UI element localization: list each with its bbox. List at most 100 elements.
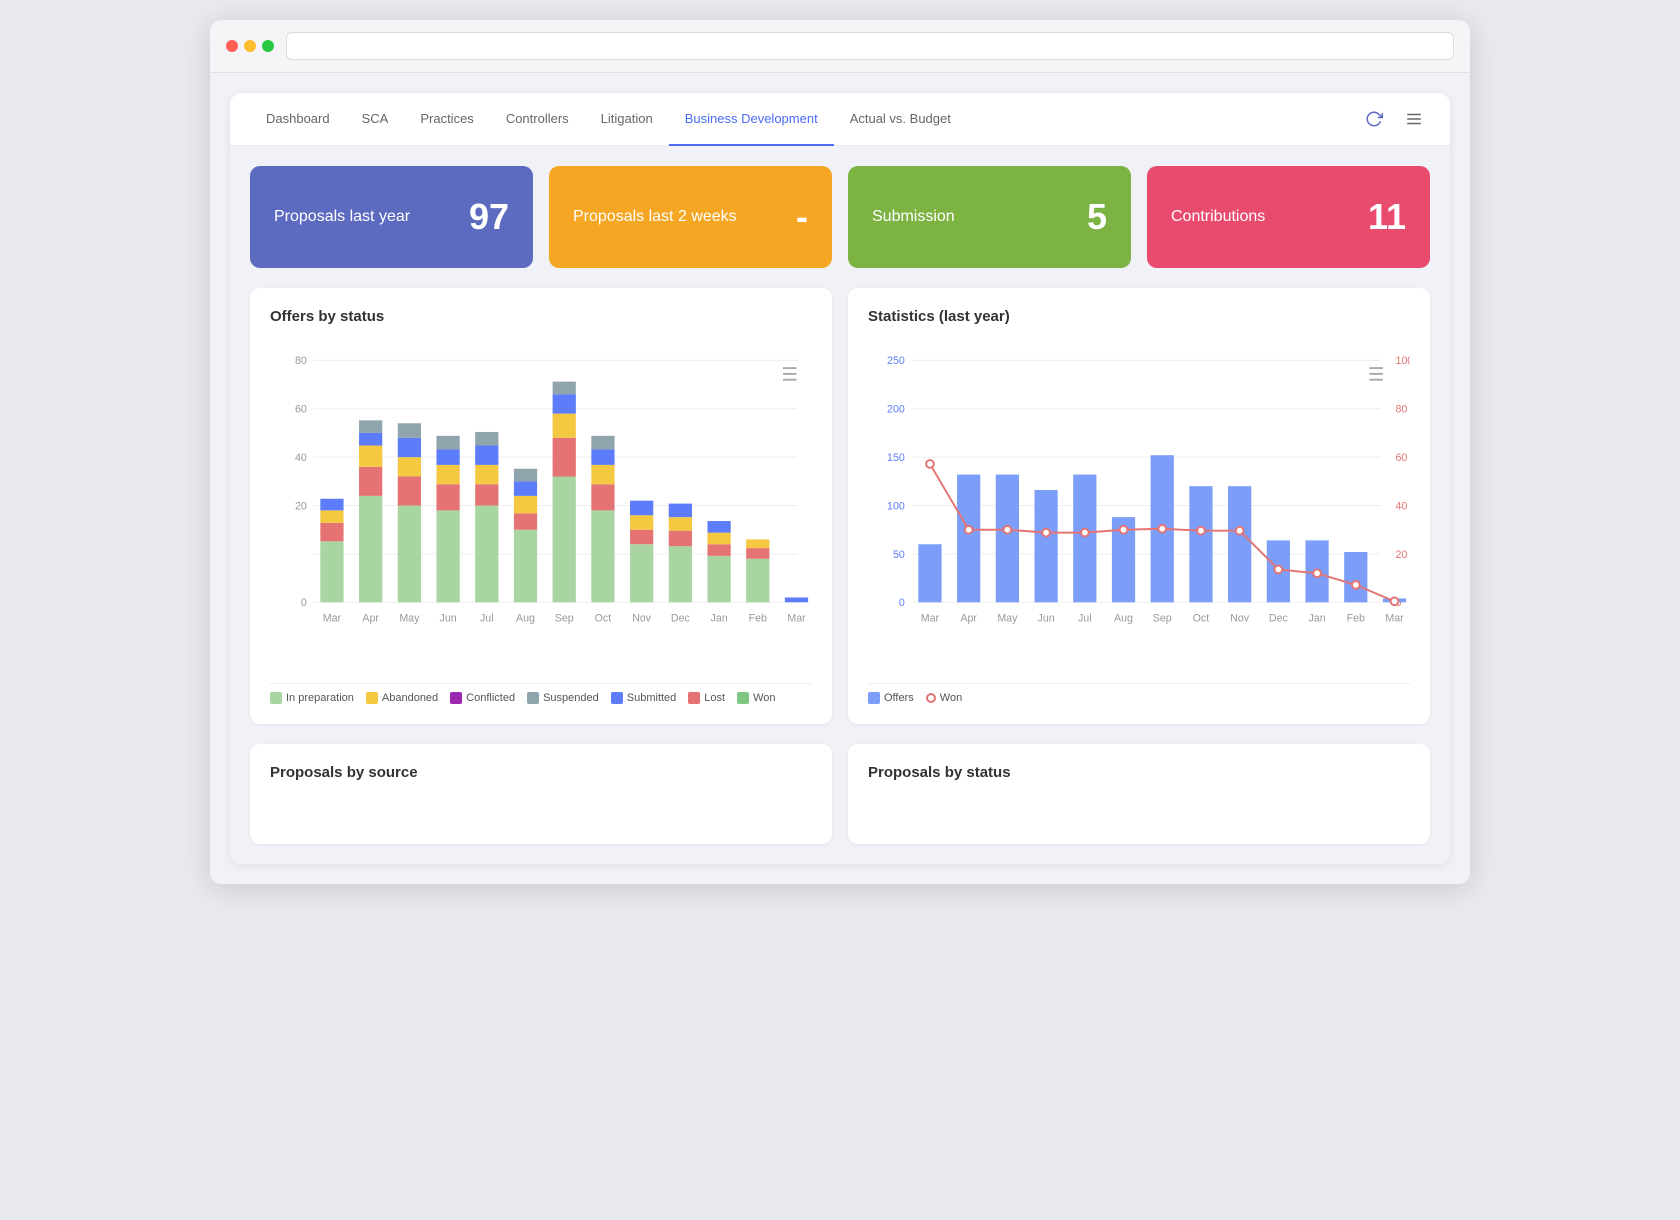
proposals-by-source-panel: Proposals by source (250, 744, 832, 844)
tab-practices[interactable]: Practices (404, 93, 489, 146)
svg-text:Mar: Mar (921, 613, 940, 625)
svg-text:May: May (997, 613, 1018, 625)
svg-text:Sep: Sep (1153, 613, 1172, 625)
proposals-last-year-label: Proposals last year (274, 208, 410, 226)
svg-text:Oct: Oct (1193, 613, 1210, 625)
svg-text:150: 150 (887, 452, 905, 464)
svg-text:Jan: Jan (1309, 613, 1326, 625)
tab-litigation[interactable]: Litigation (585, 93, 669, 146)
svg-text:Oct: Oct (595, 613, 612, 625)
svg-text:60: 60 (295, 404, 307, 416)
svg-text:Aug: Aug (516, 613, 535, 625)
offers-by-status-title: Offers by status (270, 308, 812, 325)
svg-text:Feb: Feb (749, 613, 767, 625)
proposals-2weeks-label: Proposals last 2 weeks (573, 208, 737, 226)
main-content: Dashboard SCA Practices Controllers Liti… (210, 73, 1470, 884)
statistics-title: Statistics (last year) (868, 308, 1410, 325)
stat-card-submission: Submission 5 (848, 166, 1131, 268)
tab-dashboard[interactable]: Dashboard (250, 93, 346, 146)
svg-text:Nov: Nov (632, 613, 652, 625)
svg-text:20: 20 (295, 500, 307, 512)
stat-cards: Proposals last year 97 Proposals last 2 … (250, 166, 1430, 268)
address-bar[interactable] (286, 32, 1454, 60)
svg-text:Jun: Jun (440, 613, 457, 625)
maximize-button[interactable] (262, 40, 274, 52)
stat-card-contributions: Contributions 11 (1147, 166, 1430, 268)
submission-label: Submission (872, 208, 955, 226)
svg-text:Mar: Mar (787, 613, 806, 625)
svg-text:May: May (399, 613, 420, 625)
svg-text:Jul: Jul (480, 613, 494, 625)
legend-circle-won (926, 693, 936, 703)
svg-text:250: 250 (887, 355, 905, 367)
refresh-button[interactable] (1358, 103, 1390, 135)
statistics-chart: 250 200 150 100 50 0 100 80 60 40 (868, 341, 1410, 675)
offers-by-status-panel: Offers by status 80 (250, 288, 832, 724)
legend-color-abandoned (366, 692, 378, 704)
svg-text:Dec: Dec (1269, 613, 1289, 625)
legend-color-won (737, 692, 749, 704)
tab-business-development[interactable]: Business Development (669, 93, 834, 146)
stat-card-proposals-2weeks: Proposals last 2 weeks - (549, 166, 832, 268)
svg-text:Jan: Jan (711, 613, 728, 625)
svg-text:Feb: Feb (1347, 613, 1365, 625)
contributions-value: 11 (1368, 196, 1406, 238)
minimize-button[interactable] (244, 40, 256, 52)
proposals-by-status-title: Proposals by status (868, 764, 1410, 781)
svg-text:80: 80 (1395, 404, 1407, 416)
legend-color-conflicted (450, 692, 462, 704)
svg-text:100: 100 (1395, 355, 1410, 367)
offers-by-status-legend: In preparation Abandoned Conflicted (270, 683, 812, 704)
bottom-row: Proposals by source Proposals by status (250, 744, 1430, 844)
svg-text:Dec: Dec (671, 613, 691, 625)
svg-text:Jun: Jun (1038, 613, 1055, 625)
offers-by-status-chart: 80 60 40 20 0 (270, 341, 812, 675)
browser-window: Dashboard SCA Practices Controllers Liti… (210, 20, 1470, 884)
content-area: Proposals last year 97 Proposals last 2 … (230, 146, 1450, 864)
legend-won-line: Won (926, 692, 962, 704)
svg-text:20: 20 (1395, 549, 1407, 561)
svg-text:Apr: Apr (960, 613, 977, 625)
legend-offers: Offers (868, 692, 914, 704)
svg-text:Sep: Sep (555, 613, 574, 625)
nav-bar: Dashboard SCA Practices Controllers Liti… (230, 93, 1450, 146)
legend-color-submitted (611, 692, 623, 704)
menu-button[interactable] (1398, 103, 1430, 135)
svg-text:50: 50 (893, 549, 905, 561)
tab-actual-vs-budget[interactable]: Actual vs. Budget (834, 93, 967, 146)
proposals-last-year-value: 97 (469, 196, 509, 238)
svg-text:Apr: Apr (362, 613, 379, 625)
contributions-label: Contributions (1171, 208, 1265, 226)
app-panel: Dashboard SCA Practices Controllers Liti… (230, 93, 1450, 864)
proposals-2weeks-value: - (796, 196, 808, 238)
legend-color-in-preparation (270, 692, 282, 704)
svg-text:Jul: Jul (1078, 613, 1092, 625)
svg-text:60: 60 (1395, 452, 1407, 464)
svg-text:Mar: Mar (1385, 613, 1404, 625)
close-button[interactable] (226, 40, 238, 52)
legend-color-lost (688, 692, 700, 704)
nav-actions (1358, 103, 1430, 135)
svg-text:40: 40 (295, 452, 307, 464)
traffic-lights (226, 40, 274, 52)
legend-won: Won (737, 692, 775, 704)
submission-value: 5 (1087, 196, 1107, 238)
charts-row: Offers by status 80 (250, 288, 1430, 724)
svg-text:100: 100 (887, 500, 905, 512)
legend-lost: Lost (688, 692, 725, 704)
legend-conflicted: Conflicted (450, 692, 515, 704)
statistics-legend: Offers Won (868, 683, 1410, 704)
tab-sca[interactable]: SCA (346, 93, 405, 146)
svg-text:Aug: Aug (1114, 613, 1133, 625)
svg-text:200: 200 (887, 404, 905, 416)
nav-tabs: Dashboard SCA Practices Controllers Liti… (250, 93, 1358, 145)
legend-submitted: Submitted (611, 692, 677, 704)
stat-card-proposals-last-year: Proposals last year 97 (250, 166, 533, 268)
svg-text:0: 0 (301, 597, 307, 609)
svg-text:40: 40 (1395, 500, 1407, 512)
legend-suspended: Suspended (527, 692, 599, 704)
legend-color-offers (868, 692, 880, 704)
svg-text:Nov: Nov (1230, 613, 1250, 625)
svg-text:Mar: Mar (323, 613, 342, 625)
tab-controllers[interactable]: Controllers (490, 93, 585, 146)
